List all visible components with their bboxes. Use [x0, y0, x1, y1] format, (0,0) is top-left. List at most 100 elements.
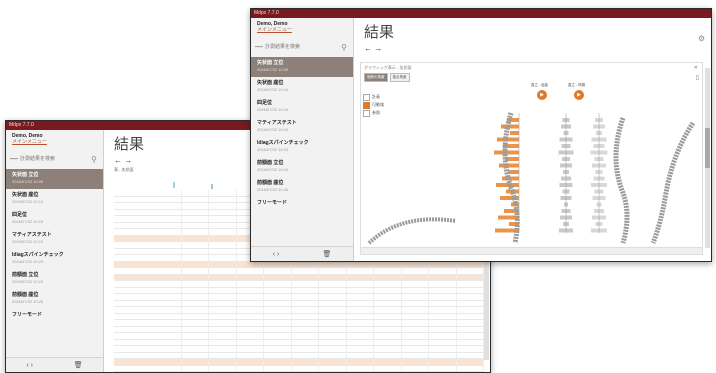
main-menu-link[interactable]: メインメニュー — [6, 139, 103, 145]
result-date: 2016/07/22 10:19 — [12, 239, 44, 244]
table-cell — [374, 294, 402, 300]
result-name: Idiagスパインチェック — [12, 252, 64, 258]
delete-icon[interactable]: 🗑 — [322, 250, 331, 258]
delete-icon[interactable]: 🗑 — [74, 361, 83, 369]
table-cell — [402, 294, 429, 300]
table-cell — [402, 268, 429, 274]
back-arrow-icon[interactable]: ← — [114, 156, 122, 165]
search-input[interactable] — [18, 154, 89, 164]
table-cell — [402, 320, 429, 326]
table-cell — [429, 313, 457, 319]
compare-icon[interactable]: ‹ › — [26, 362, 33, 369]
table-cell — [182, 268, 209, 274]
table-cell — [429, 359, 457, 365]
result-name: 四足位 — [257, 100, 273, 106]
table-cell — [182, 242, 209, 248]
table-cell — [374, 307, 402, 313]
table-cell — [209, 203, 237, 209]
table-cell — [154, 222, 182, 228]
gear-icon[interactable]: ⚙ — [698, 34, 705, 43]
table-cell — [347, 307, 374, 313]
table-cell — [182, 307, 209, 313]
table-cell — [457, 333, 484, 339]
result-list-item[interactable]: 四足位 2016/07/22 10:19 — [6, 209, 103, 229]
result-list-item[interactable]: Idiagスパインチェック 2016/07/22 10:23 — [251, 137, 353, 157]
search-icon[interactable]: ⚲ — [89, 155, 99, 164]
table-cell — [374, 313, 402, 319]
close-icon[interactable]: ✕ — [694, 65, 698, 71]
row-label — [114, 281, 154, 287]
table-cell — [347, 339, 374, 345]
result-list-item[interactable]: 前額面 座位 2016/07/22 10:26 — [251, 177, 353, 197]
result-name: マティアステスト — [12, 232, 52, 238]
play-label: 直立 - 屈曲 — [531, 83, 549, 87]
sidebar: Demo, Demo メインメニュー — ⚲ 矢状面 立位2016/07/22 … — [251, 18, 354, 261]
tab-individual-angles[interactable]: 個別の角度 — [364, 73, 388, 82]
scrollbar-thumb[interactable] — [705, 128, 710, 168]
main-menu-link[interactable]: メインメニュー — [251, 27, 353, 33]
table-cell — [182, 320, 209, 326]
table-cell — [457, 274, 484, 280]
result-list-item[interactable]: 矢状面 座位 2016/07/22 10:14 — [6, 189, 103, 209]
row-label — [114, 203, 154, 209]
table-cell — [374, 359, 402, 365]
result-list-item[interactable]: 前額面 立位 2016/07/22 10:24 — [6, 269, 103, 289]
table-cell — [457, 300, 484, 306]
search-icon[interactable]: ⚲ — [339, 43, 349, 52]
table-cell — [347, 352, 374, 358]
table-cell — [209, 333, 237, 339]
table-cell — [319, 300, 347, 306]
table-cell — [264, 274, 292, 280]
result-name: 前額面 立位 — [12, 272, 39, 278]
compare-icon[interactable]: ‹ › — [273, 251, 280, 258]
scrollbar[interactable] — [705, 68, 710, 248]
table-cell — [292, 320, 319, 326]
table-cell — [264, 287, 292, 293]
result-list-item[interactable]: Idiagスパインチェック 2016/07/22 10:23 — [6, 249, 103, 269]
collapse-icon[interactable]: — — [255, 41, 263, 53]
table-cell — [402, 352, 429, 358]
play-button[interactable]: ▶ — [574, 90, 584, 100]
back-arrow-icon[interactable]: ← — [364, 44, 372, 53]
table-cell — [457, 352, 484, 358]
result-window-graphic: Mdpx 7.7.0 Demo, Demo メインメニュー — ⚲ 矢状面 立位… — [250, 8, 712, 262]
table-cell — [374, 300, 402, 306]
result-list-item[interactable]: マティアステスト 2016/07/22 10:19 — [251, 117, 353, 137]
play-button[interactable]: ▶ — [537, 90, 547, 100]
document-icon[interactable]: ▯ — [696, 74, 699, 81]
row-label — [114, 268, 154, 274]
table-cell — [319, 268, 347, 274]
horizontal-scrollbar[interactable] — [361, 247, 702, 254]
table-cell — [154, 307, 182, 313]
table-cell — [374, 320, 402, 326]
forward-arrow-icon[interactable]: → — [124, 156, 132, 165]
result-list-item[interactable]: 矢状面 座位 2016/07/22 10:14 — [251, 77, 353, 97]
table-cell — [154, 203, 182, 209]
range-bars — [494, 118, 608, 233]
table-cell — [264, 268, 292, 274]
result-list-item[interactable]: フリーモード — [6, 309, 103, 329]
result-list-item[interactable]: 矢状面 立位 2016/07/22 10:09 — [251, 57, 353, 77]
result-list-item[interactable]: マティアステスト 2016/07/22 10:19 — [6, 229, 103, 249]
table-cell — [457, 287, 484, 293]
table-cell — [264, 261, 292, 267]
result-list-item[interactable]: フリーモード — [251, 197, 353, 217]
result-list-item[interactable]: 前額面 座位 2016/07/22 10:26 — [6, 289, 103, 309]
row-label — [114, 229, 154, 235]
table-cell — [154, 313, 182, 319]
table-cell — [237, 320, 264, 326]
result-list-item[interactable]: 矢状面 立位 2016/07/22 10:09 — [6, 169, 103, 189]
forward-arrow-icon[interactable]: → — [374, 44, 382, 53]
table-cell — [154, 229, 182, 235]
search-input[interactable] — [263, 42, 339, 52]
table-cell — [264, 346, 292, 352]
collapse-icon[interactable]: — — [10, 153, 18, 165]
legend-item[interactable]: 計画 — [363, 93, 384, 101]
result-list-item[interactable]: 前額面 立位 2016/07/22 10:24 — [251, 157, 353, 177]
result-list: 矢状面 立位 2016/07/22 10:09 矢状面 座位 2016/07/22 1… — [251, 57, 353, 217]
table-cell — [429, 333, 457, 339]
table-cell — [347, 359, 374, 365]
result-list-item[interactable]: 四足位 2016/07/22 10:19 — [251, 97, 353, 117]
table-cell — [457, 307, 484, 313]
tab-composite-angles[interactable]: 複合角度 — [389, 73, 410, 82]
